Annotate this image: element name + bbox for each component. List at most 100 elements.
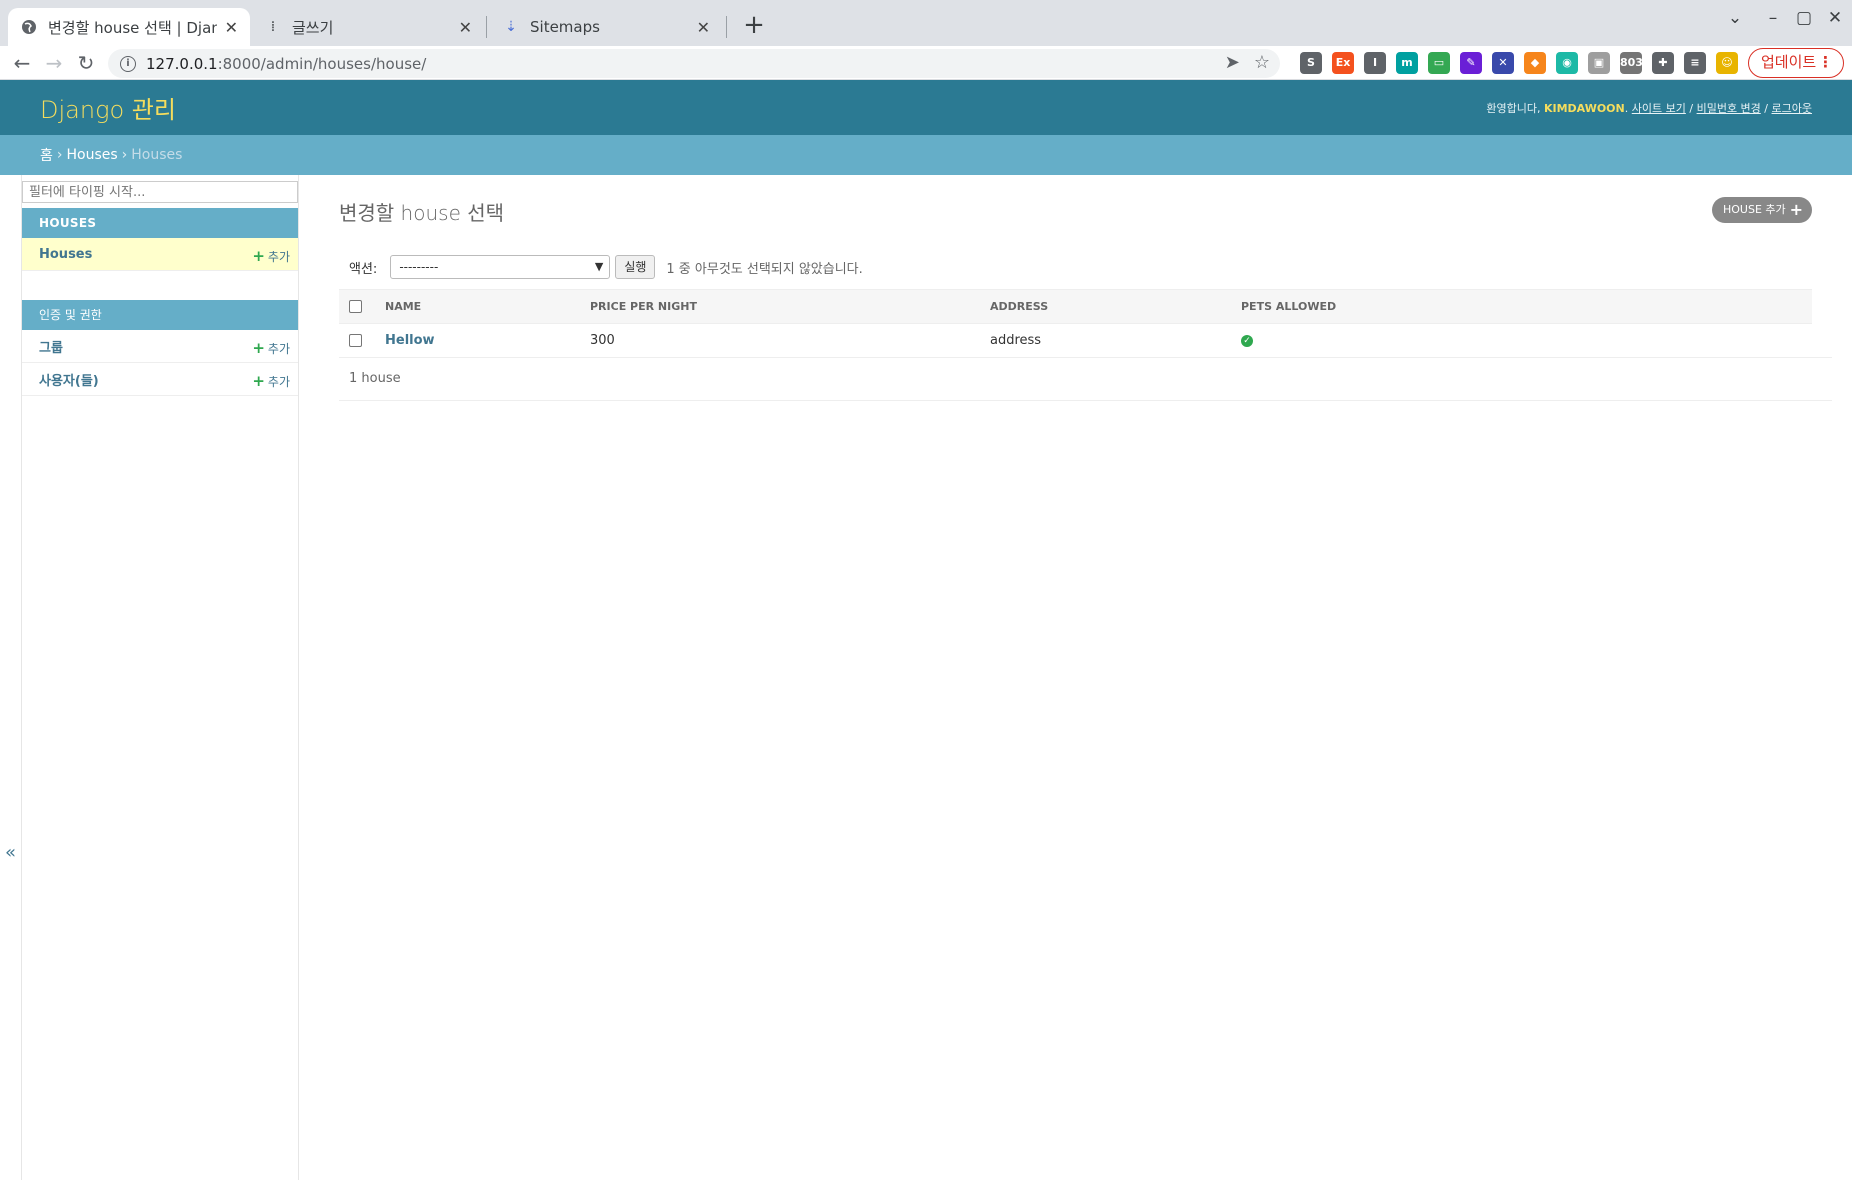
box-extension-icon[interactable]: ▣ xyxy=(1588,52,1610,74)
fox-extension-icon[interactable]: ◆ xyxy=(1524,52,1546,74)
column-header-pets[interactable]: PETS ALLOWED xyxy=(1231,289,1812,324)
breadcrumb-app[interactable]: Houses xyxy=(67,147,118,163)
select-all-header xyxy=(339,289,375,324)
sidebar-item-users[interactable]: 사용자(들) + 추가 xyxy=(22,363,298,396)
edit-extension-icon[interactable]: ✎ xyxy=(1460,52,1482,74)
tab-sitemaps[interactable]: ⇣ Sitemaps ✕ xyxy=(490,8,722,46)
module-caption-houses[interactable]: HOUSES xyxy=(22,208,298,238)
row-address: address xyxy=(980,323,1231,358)
module-auth: 인증 및 권한 그룹 + 추가 사용자(들) + 추가 xyxy=(22,300,298,396)
menu-dots-icon: ⋮ xyxy=(1818,53,1833,71)
row-price: 300 xyxy=(580,323,980,358)
ex-extension-icon[interactable]: Ex xyxy=(1332,52,1354,74)
maximize-icon[interactable]: ▢ xyxy=(1787,8,1821,28)
sidebar-item-label[interactable]: Houses xyxy=(39,247,92,262)
new-tab-icon[interactable]: + xyxy=(738,10,770,42)
breadcrumb-separator: › xyxy=(56,147,63,163)
select-all-checkbox[interactable] xyxy=(349,300,362,314)
address-bar[interactable]: i 127.0.0.1:8000/admin/houses/house/ ➤ ☆ xyxy=(108,49,1280,78)
column-header-name[interactable]: NAME xyxy=(375,289,580,324)
actions-bar: 액션: --------- ▼ 실행 1 중 아무것도 선택되지 않았습니다. xyxy=(349,255,863,279)
add-house-link[interactable]: + 추가 xyxy=(252,247,290,265)
separator: / xyxy=(1764,101,1769,115)
tab-title: Sitemaps xyxy=(530,18,600,36)
table-header-row: NAME PRICE PER NIGHT ADDRESS PETS ALLOWE… xyxy=(339,289,1812,324)
tab-django-admin[interactable]: 변경할 house 선택 | Django ✕ xyxy=(8,8,250,46)
sidebar-item-label[interactable]: 그룹 xyxy=(39,337,63,356)
plus-icon: + xyxy=(252,339,265,357)
update-label: 업데이트 xyxy=(1761,53,1817,71)
breadcrumb-current: Houses xyxy=(131,147,183,163)
module-caption-auth[interactable]: 인증 및 권한 xyxy=(22,300,298,330)
profile-icon[interactable]: ☺ xyxy=(1716,52,1738,74)
logout-link[interactable]: 로그아웃 xyxy=(1772,102,1812,115)
globe-icon xyxy=(20,18,38,36)
tool-extension-icon[interactable]: ✕ xyxy=(1492,52,1514,74)
add-button-label: HOUSE 추가 xyxy=(1723,203,1786,216)
admin-header: Django 관리 환영합니다, KIMDAWOON. 사이트 보기 / 비밀번… xyxy=(0,80,1852,135)
site-branding[interactable]: Django 관리 xyxy=(40,90,176,125)
sidebar-item-groups[interactable]: 그룹 + 추가 xyxy=(22,330,298,363)
add-group-link[interactable]: + 추가 xyxy=(252,339,290,357)
user-tools: 환영합니다, KIMDAWOON. 사이트 보기 / 비밀번호 변경 / 로그아… xyxy=(1486,101,1812,115)
breadcrumb-separator: › xyxy=(121,147,128,163)
row-checkbox[interactable] xyxy=(349,334,362,347)
go-button[interactable]: 실행 xyxy=(615,255,656,279)
target-extension-icon[interactable]: ◉ xyxy=(1556,52,1578,74)
sidebar-collapse-strip: « xyxy=(0,175,22,1180)
s-extension-icon[interactable]: S xyxy=(1300,52,1322,74)
media-icon[interactable]: ≡ xyxy=(1684,52,1706,74)
column-header-address[interactable]: ADDRESS xyxy=(980,289,1231,324)
plus-icon: + xyxy=(1789,200,1803,219)
tab-divider xyxy=(726,16,727,38)
change-password-link[interactable]: 비밀번호 변경 xyxy=(1697,102,1761,115)
chevron-down-icon: ▼ xyxy=(594,260,604,273)
tab-title: 글쓰기 xyxy=(292,18,334,37)
browser-tab-strip: 변경할 house 선택 | Django ✕ ⁞ 글쓰기 ✕ ⇣ Sitema… xyxy=(0,0,1852,46)
text-extension-icon[interactable]: 803 xyxy=(1620,52,1643,74)
update-button[interactable]: 업데이트 ⋮ xyxy=(1748,48,1844,78)
result-list-table: NAME PRICE PER NIGHT ADDRESS PETS ALLOWE… xyxy=(339,289,1812,358)
send-icon[interactable]: ➤ xyxy=(1225,52,1240,73)
m-extension-icon[interactable]: m xyxy=(1396,52,1418,74)
add-label: 추가 xyxy=(267,375,290,389)
breadcrumb-home[interactable]: 홈 xyxy=(40,145,53,165)
column-header-price[interactable]: PRICE PER NIGHT xyxy=(580,289,980,324)
sidebar-item-houses[interactable]: Houses + 추가 xyxy=(22,238,298,271)
action-counter: 1 중 아무것도 선택되지 않았습니다. xyxy=(666,261,863,277)
close-icon[interactable]: ✕ xyxy=(697,18,710,37)
add-user-link[interactable]: + 추가 xyxy=(252,372,290,390)
toggle-nav-sidebar[interactable]: « xyxy=(5,842,16,863)
action-selected-value: --------- xyxy=(399,260,439,274)
action-label: 액션: xyxy=(349,261,378,277)
url-host: 127.0.0.1 xyxy=(146,54,218,73)
close-icon[interactable]: ✕ xyxy=(225,18,238,37)
forward-icon[interactable]: → xyxy=(40,50,68,76)
tab-divider xyxy=(486,16,487,38)
row-name-link[interactable]: Hellow xyxy=(375,323,580,358)
minimize-icon[interactable]: – xyxy=(1756,8,1790,28)
site-info-icon[interactable]: i xyxy=(120,55,136,72)
page-title: 변경할 house 선택 xyxy=(339,201,505,225)
dots-icon: ⁞ xyxy=(270,19,276,35)
close-icon[interactable]: ✕ xyxy=(459,18,472,37)
nav-filter-input[interactable] xyxy=(22,181,298,203)
back-icon[interactable]: ← xyxy=(8,50,36,76)
tab-title: 변경할 house 선택 | Django xyxy=(48,18,217,37)
sidebar-item-label[interactable]: 사용자(들) xyxy=(39,370,99,389)
paginator: 1 house xyxy=(339,357,1832,401)
view-site-link[interactable]: 사이트 보기 xyxy=(1632,102,1686,115)
extensions-row: S Ex Im ▭ ✎ ✕ ◆ ◉ ▣ 803 ✚ ≡ ☺ xyxy=(1300,52,1738,74)
bookmark-star-icon[interactable]: ☆ xyxy=(1254,52,1270,73)
puzzle-icon[interactable]: ✚ xyxy=(1652,52,1674,74)
close-window-icon[interactable]: ✕ xyxy=(1818,8,1852,28)
reload-icon[interactable]: ↻ xyxy=(72,50,100,76)
action-select[interactable]: --------- ▼ xyxy=(390,255,611,279)
add-label: 추가 xyxy=(267,342,290,356)
tab-write[interactable]: ⁞ 글쓰기 ✕ xyxy=(252,8,484,46)
tab-search-icon[interactable]: ⌄ xyxy=(1718,8,1752,28)
tv-extension-icon[interactable]: ▭ xyxy=(1428,52,1450,74)
add-label: 추가 xyxy=(267,250,290,264)
add-house-button[interactable]: HOUSE 추가 + xyxy=(1712,197,1812,223)
i-extension-icon[interactable]: I xyxy=(1364,52,1386,74)
